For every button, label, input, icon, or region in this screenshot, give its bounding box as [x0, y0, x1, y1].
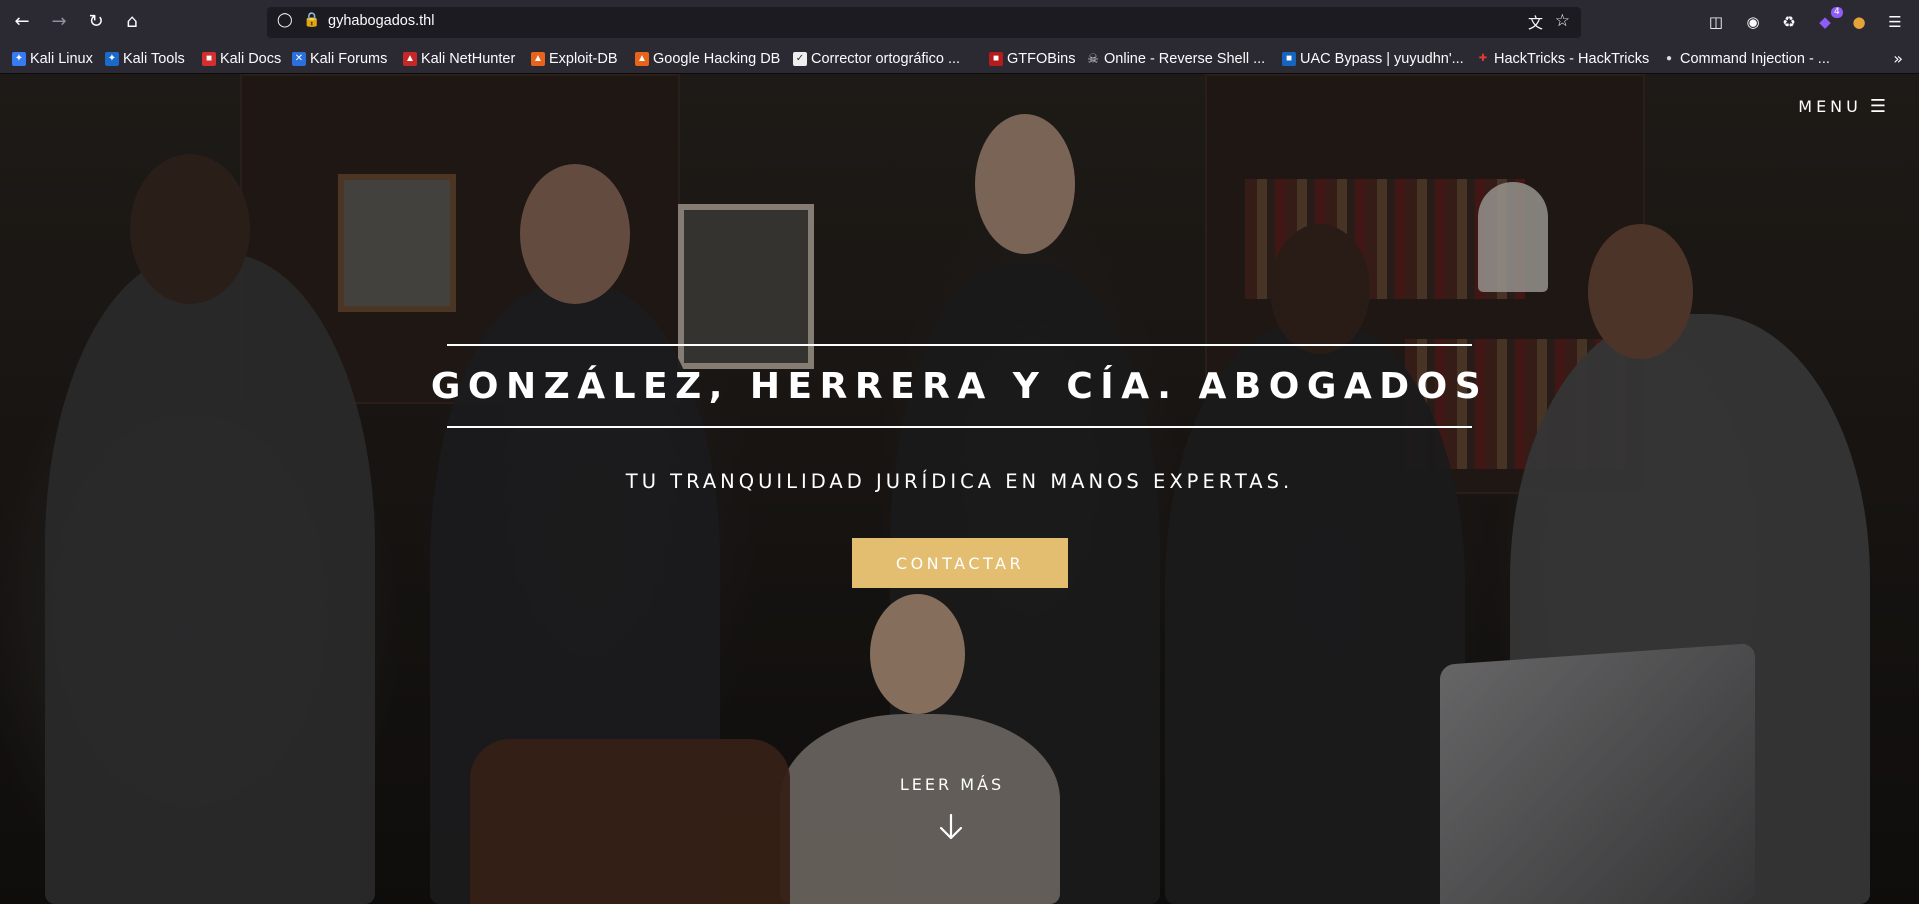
bookmark-label: Command Injection - ... — [1680, 51, 1830, 67]
forward-icon[interactable]: → — [46, 9, 72, 35]
bookmark-label: Online - Reverse Shell ... — [1104, 51, 1266, 67]
bookmark-command-injection[interactable]: ● Command Injection - ... — [1662, 49, 1830, 69]
kali-tools-icon: ✦ — [105, 52, 119, 66]
bookmark-label: Kali Linux — [30, 51, 93, 67]
bookmark-kali-forums[interactable]: ✕ Kali Forums — [292, 49, 387, 69]
bookmark-label: Kali Tools — [123, 51, 185, 67]
gtfobins-icon: ■ — [989, 52, 1003, 66]
cookie-extension-icon[interactable]: ● — [1848, 11, 1870, 33]
skull-icon: ☠ — [1087, 51, 1099, 66]
reload-icon[interactable]: ↻ — [83, 9, 109, 35]
bookmark-kali-tools[interactable]: ✦ Kali Tools — [105, 49, 185, 69]
site-info-lock-icon[interactable]: 🔒 — [303, 12, 320, 28]
home-icon[interactable]: ⌂ — [119, 9, 145, 35]
bookmark-label: HackTricks - HackTricks — [1494, 51, 1650, 67]
url-text[interactable]: gyhabogados.thl — [328, 13, 434, 29]
bookmark-star-icon[interactable]: ☆ — [1555, 11, 1570, 31]
bookmark-kali-nethunter[interactable]: ▲ Kali NetHunter — [403, 49, 515, 69]
exploit-db-icon: ▲ — [531, 52, 545, 66]
bookmarks-toolbar: ✦ Kali Linux ✦ Kali Tools ■ Kali Docs ✕ … — [0, 44, 1919, 74]
extension-badge: 4 — [1831, 7, 1843, 18]
bookmark-google-hacking-db[interactable]: ▲ Google Hacking DB — [635, 49, 780, 69]
arrow-down-icon[interactable] — [936, 812, 966, 842]
uac-icon: ■ — [1282, 52, 1296, 66]
more-bookmarks-chevron-icon[interactable]: » — [1893, 49, 1903, 68]
bookmark-label: Exploit-DB — [549, 51, 618, 67]
bookmark-corrector[interactable]: ✓ Corrector ortográfico ... — [793, 49, 960, 69]
read-more-link[interactable]: LEER MÁS — [852, 775, 1052, 794]
kali-docs-icon: ■ — [202, 52, 216, 66]
bookmark-gtfobins[interactable]: ■ GTFOBins — [989, 49, 1075, 69]
bookmark-label: GTFOBins — [1007, 51, 1076, 67]
bookmark-label: Kali NetHunter — [421, 51, 516, 67]
menu-label: MENU — [1798, 97, 1862, 116]
kali-icon: ✦ — [12, 52, 26, 66]
kali-forums-icon: ✕ — [292, 52, 306, 66]
bookmark-label: Corrector ortográfico ... — [811, 51, 961, 67]
bookmark-exploit-db[interactable]: ▲ Exploit-DB — [531, 49, 618, 69]
bookmark-kali-docs[interactable]: ■ Kali Docs — [202, 49, 281, 69]
corrector-icon: ✓ — [793, 52, 807, 66]
translate-icon[interactable]: 文 — [1528, 12, 1543, 33]
nethunter-icon: ▲ — [403, 52, 417, 66]
app-menu-icon[interactable]: ☰ — [1884, 11, 1906, 33]
menu-button[interactable]: MENU ☰ — [1798, 96, 1886, 117]
bookmark-uac-bypass[interactable]: ■ UAC Bypass | yuyudhn'... — [1282, 49, 1464, 69]
extensions-icon[interactable]: ♻ — [1778, 11, 1800, 33]
bookmark-reverse-shell[interactable]: ☠ Online - Reverse Shell ... — [1086, 49, 1265, 69]
bookmark-kali-linux[interactable]: ✦ Kali Linux — [12, 49, 93, 69]
hero-section: MENU ☰ GONZÁLEZ, HERRERA Y CÍA. ABOGADOS… — [0, 74, 1919, 904]
command-injection-icon: ● — [1665, 53, 1673, 64]
account-icon[interactable]: ◉ — [1742, 11, 1764, 33]
ghdb-icon: ▲ — [635, 52, 649, 66]
bookmark-label: Kali Forums — [310, 51, 388, 67]
back-icon[interactable]: ← — [9, 9, 35, 35]
bookmark-hacktricks[interactable]: ✚ HackTricks - HackTricks — [1476, 49, 1649, 69]
address-bar[interactable]: ◯ 🔒 gyhabogados.thl 文 ☆ — [267, 7, 1581, 38]
bookmark-label: UAC Bypass | yuyudhn'... — [1300, 51, 1464, 67]
contact-button[interactable]: CONTACTAR — [852, 538, 1068, 588]
pocket-icon[interactable]: ◫ — [1705, 11, 1727, 33]
hacktricks-icon: ✚ — [1478, 53, 1488, 64]
bookmark-label: Kali Docs — [220, 51, 282, 67]
hero-title: GONZÁLEZ, HERRERA Y CÍA. ABOGADOS — [431, 344, 1481, 428]
tracking-protection-shield-icon[interactable]: ◯ — [277, 12, 293, 28]
bookmark-label: Google Hacking DB — [653, 51, 781, 67]
browser-toolbar: ← → ↻ ⌂ ◯ 🔒 gyhabogados.thl 文 ☆ ◫ ◉ ♻ ◆ … — [0, 0, 1919, 44]
hamburger-icon: ☰ — [1869, 96, 1886, 117]
hero-subtitle: TU TRANQUILIDAD JURÍDICA EN MANOS EXPERT… — [625, 470, 1294, 493]
